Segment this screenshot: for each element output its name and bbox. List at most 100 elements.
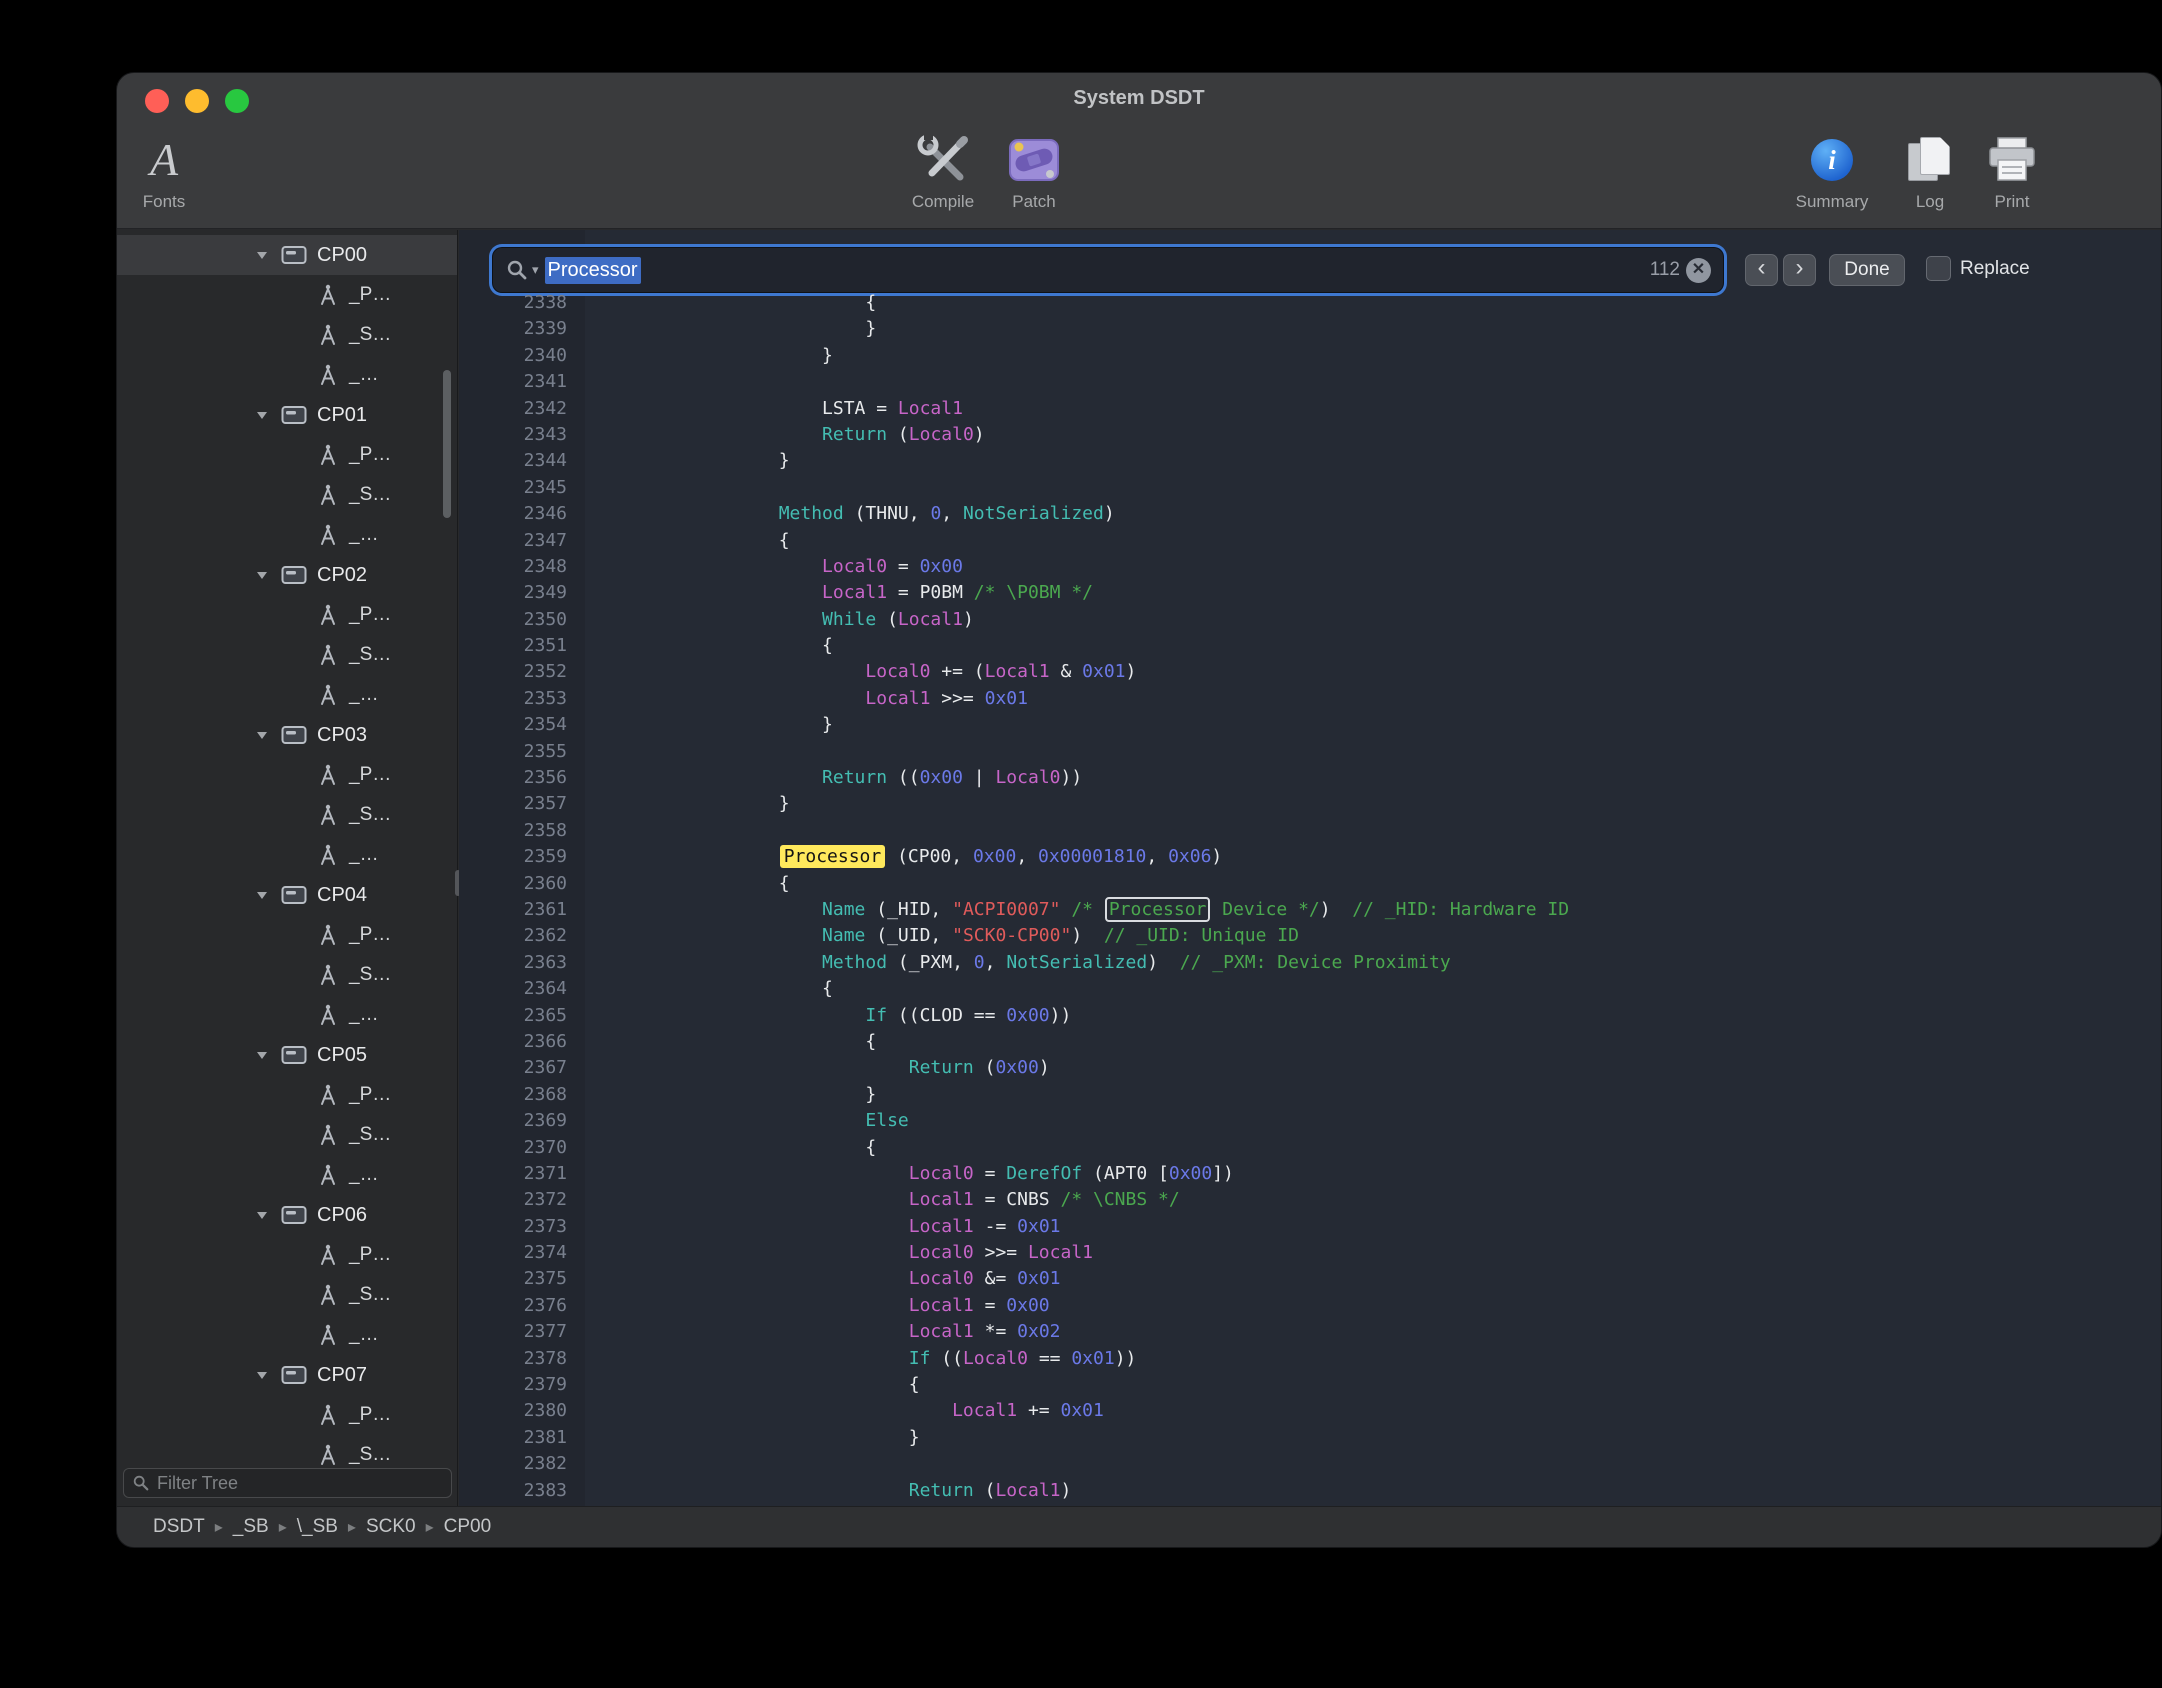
code-line[interactable]: 2381 }: [459, 1425, 2161, 1451]
breadcrumb-item[interactable]: DSDT: [153, 1516, 205, 1538]
code-line[interactable]: 2343 Return (Local0): [459, 422, 2161, 448]
tree-item[interactable]: _P…: [117, 1235, 457, 1275]
search-menu-icon[interactable]: [505, 258, 529, 282]
code-line[interactable]: 2365 If ((CLOD == 0x00)): [459, 1003, 2161, 1029]
breadcrumb-item[interactable]: \_SB: [297, 1516, 338, 1538]
code-line[interactable]: 2372 Local1 = CNBS /* \CNBS */: [459, 1187, 2161, 1213]
code-line[interactable]: 2368 }: [459, 1082, 2161, 1108]
fonts-button[interactable]: A Fonts: [116, 129, 219, 223]
code-line[interactable]: 2376 Local1 = 0x00: [459, 1293, 2161, 1319]
find-input[interactable]: ▾ Processor 112 ✕: [493, 248, 1723, 292]
tree-item[interactable]: _…: [117, 1315, 457, 1355]
code-line[interactable]: 2363 Method (_PXM, 0, NotSerialized) // …: [459, 950, 2161, 976]
tree-item[interactable]: _S…: [117, 795, 457, 835]
code-line[interactable]: 2346 Method (THNU, 0, NotSerialized): [459, 501, 2161, 527]
code-line[interactable]: 2355: [459, 739, 2161, 765]
disclosure-triangle-icon[interactable]: [255, 729, 281, 741]
code-line[interactable]: 2357 }: [459, 791, 2161, 817]
code-line[interactable]: 2359 Processor (CP00, 0x00, 0x00001810, …: [459, 844, 2161, 870]
tree-item[interactable]: _P…: [117, 1395, 457, 1435]
tree-group-cp05[interactable]: CP05: [117, 1035, 457, 1075]
disclosure-triangle-icon[interactable]: [255, 1049, 281, 1061]
next-match-button[interactable]: ›: [1783, 254, 1816, 286]
sidebar-scrollbar[interactable]: [443, 370, 451, 518]
code-line[interactable]: 2380 Local1 += 0x01: [459, 1398, 2161, 1424]
tree-item[interactable]: _P…: [117, 915, 457, 955]
code-line[interactable]: 2360 {: [459, 871, 2161, 897]
code-line[interactable]: 2351 {: [459, 633, 2161, 659]
tree-group-cp02[interactable]: CP02: [117, 555, 457, 595]
code-line[interactable]: 2383 Return (Local1): [459, 1478, 2161, 1504]
disclosure-triangle-icon[interactable]: [255, 409, 281, 421]
tree-item[interactable]: _S…: [117, 1115, 457, 1155]
code-line[interactable]: 2352 Local0 += (Local1 & 0x01): [459, 659, 2161, 685]
code-line[interactable]: 2339 }: [459, 316, 2161, 342]
code-line[interactable]: 2358: [459, 818, 2161, 844]
code-line[interactable]: 2345: [459, 475, 2161, 501]
code-line[interactable]: 2366 {: [459, 1029, 2161, 1055]
code-line[interactable]: 2342 LSTA = Local1: [459, 396, 2161, 422]
replace-checkbox[interactable]: [1926, 256, 1951, 281]
clear-search-icon[interactable]: ✕: [1686, 258, 1711, 283]
tree-group-cp00[interactable]: CP00: [117, 235, 457, 275]
done-button[interactable]: Done: [1829, 254, 1905, 286]
tree-item[interactable]: _S…: [117, 475, 457, 515]
tree-item[interactable]: _…: [117, 355, 457, 395]
tree-item[interactable]: _…: [117, 515, 457, 555]
code-line[interactable]: 2353 Local1 >>= 0x01: [459, 686, 2161, 712]
tree-item[interactable]: _S…: [117, 315, 457, 355]
code-line[interactable]: 2369 Else: [459, 1108, 2161, 1134]
code-line[interactable]: 2364 {: [459, 976, 2161, 1002]
disclosure-triangle-icon[interactable]: [255, 1209, 281, 1221]
tree-group-cp07[interactable]: CP07: [117, 1355, 457, 1395]
tree-item[interactable]: _S…: [117, 635, 457, 675]
code-line[interactable]: 2349 Local1 = P0BM /* \P0BM */: [459, 580, 2161, 606]
code-line[interactable]: 2371 Local0 = DerefOf (APT0 [0x00]): [459, 1161, 2161, 1187]
tree-item[interactable]: _S…: [117, 955, 457, 995]
tree-item[interactable]: _…: [117, 1155, 457, 1195]
print-button[interactable]: Print: [1957, 129, 2067, 223]
code-line[interactable]: 2356 Return ((0x00 | Local0)): [459, 765, 2161, 791]
code-line[interactable]: 2377 Local1 *= 0x02: [459, 1319, 2161, 1345]
previous-match-button[interactable]: ‹: [1745, 254, 1778, 286]
code-line[interactable]: 2382: [459, 1451, 2161, 1477]
filter-tree-input[interactable]: Filter Tree: [123, 1468, 452, 1498]
code-line[interactable]: 2361 Name (_HID, "ACPI0007" /* Processor…: [459, 897, 2161, 923]
tree-item[interactable]: _P…: [117, 755, 457, 795]
tree-group-cp03[interactable]: CP03: [117, 715, 457, 755]
tree-group-cp06[interactable]: CP06: [117, 1195, 457, 1235]
breadcrumb-item[interactable]: _SB: [233, 1516, 269, 1538]
code-line[interactable]: 2367 Return (0x00): [459, 1055, 2161, 1081]
breadcrumb-item[interactable]: CP00: [444, 1516, 492, 1538]
disclosure-triangle-icon[interactable]: [255, 249, 281, 261]
tree-group-cp01[interactable]: CP01: [117, 395, 457, 435]
code-line[interactable]: 2354 }: [459, 712, 2161, 738]
code-line[interactable]: 2362 Name (_UID, "SCK0-CP00") // _UID: U…: [459, 923, 2161, 949]
tree-group-cp04[interactable]: CP04: [117, 875, 457, 915]
code-line[interactable]: 2378 If ((Local0 == 0x01)): [459, 1346, 2161, 1372]
tree-item[interactable]: _S…: [117, 1275, 457, 1315]
tree-item[interactable]: _P…: [117, 275, 457, 315]
code-line[interactable]: 2341: [459, 369, 2161, 395]
code-line[interactable]: 2344 }: [459, 448, 2161, 474]
disclosure-triangle-icon[interactable]: [255, 1369, 281, 1381]
code-line[interactable]: 2340 }: [459, 343, 2161, 369]
code-line[interactable]: 2370 {: [459, 1135, 2161, 1161]
code-text-area[interactable]: 2338 {2339 }2340 }23412342 LSTA = Local1…: [459, 290, 2161, 1506]
code-line[interactable]: 2347 {: [459, 528, 2161, 554]
tree-item[interactable]: _…: [117, 675, 457, 715]
patch-button[interactable]: Patch: [979, 129, 1089, 223]
code-line[interactable]: 2373 Local1 -= 0x01: [459, 1214, 2161, 1240]
tree-item[interactable]: _P…: [117, 1075, 457, 1115]
tree-item[interactable]: _P…: [117, 595, 457, 635]
code-line[interactable]: 2374 Local0 >>= Local1: [459, 1240, 2161, 1266]
breadcrumb-item[interactable]: SCK0: [366, 1516, 416, 1538]
code-line[interactable]: 2375 Local0 &= 0x01: [459, 1266, 2161, 1292]
code-line[interactable]: 2338 {: [459, 290, 2161, 316]
tree-item[interactable]: _…: [117, 835, 457, 875]
disclosure-triangle-icon[interactable]: [255, 569, 281, 581]
code-line[interactable]: 2350 While (Local1): [459, 607, 2161, 633]
tree-item[interactable]: _P…: [117, 435, 457, 475]
summary-button[interactable]: i Summary: [1777, 129, 1887, 223]
code-line[interactable]: 2348 Local0 = 0x00: [459, 554, 2161, 580]
